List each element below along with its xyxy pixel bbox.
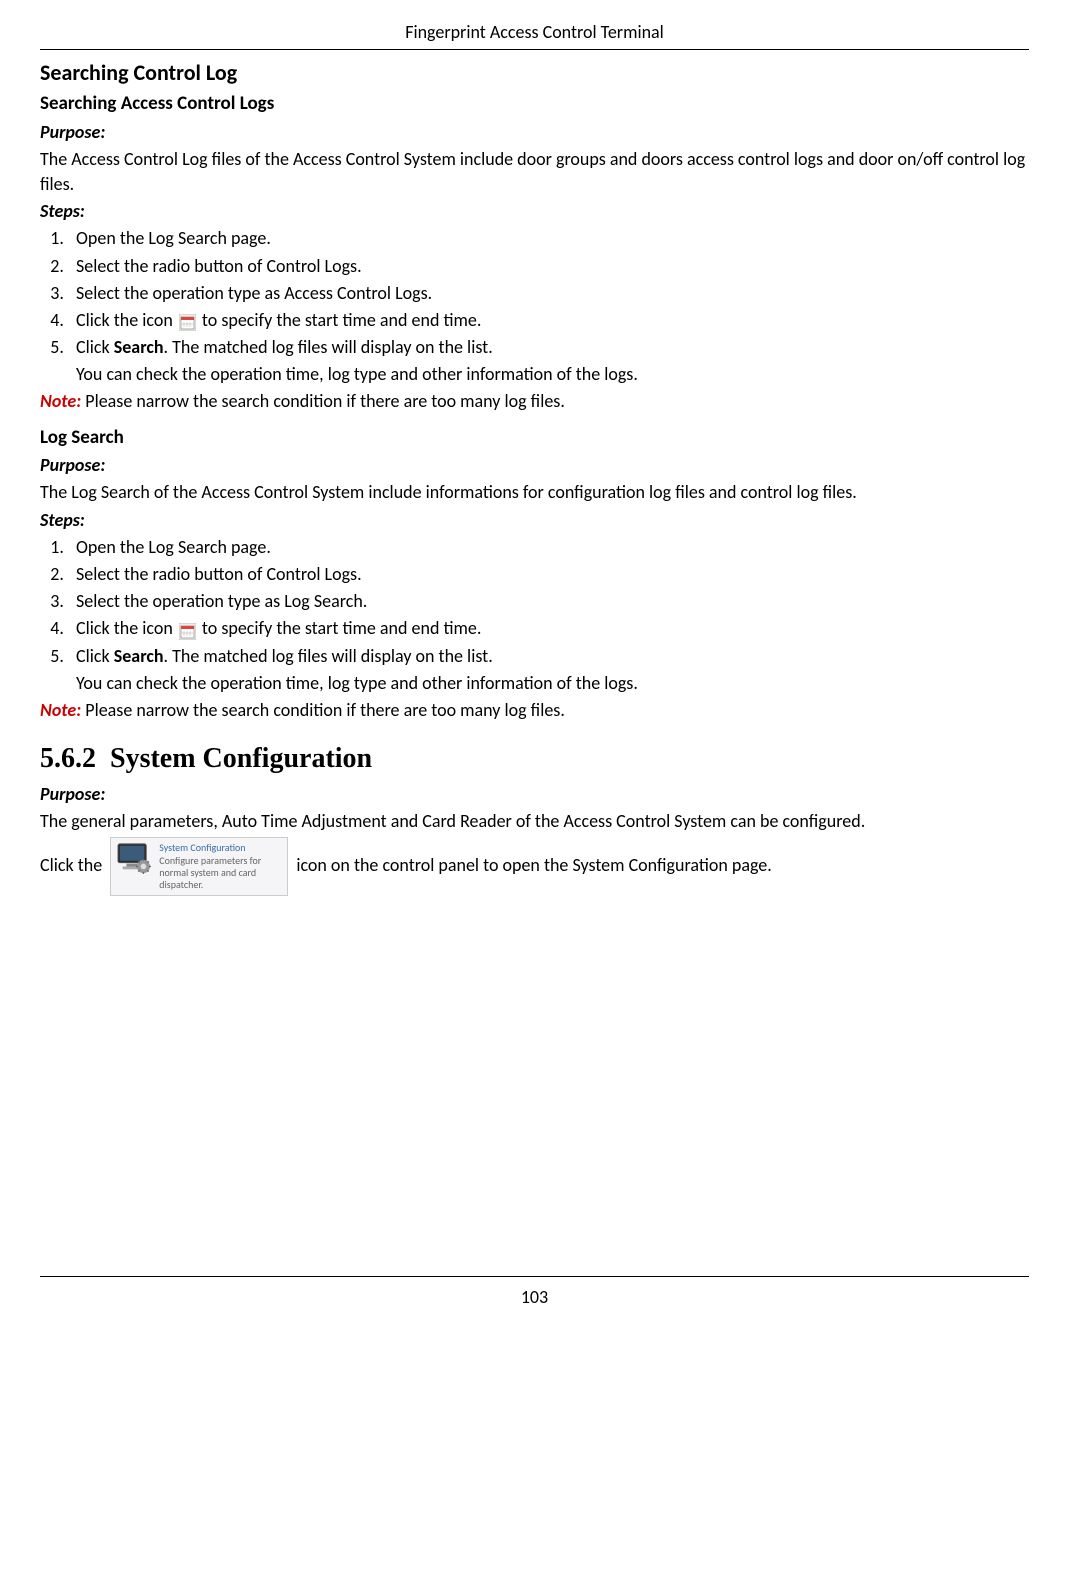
monitor-gear-icon bbox=[115, 842, 153, 874]
step-item: Select the operation type as Access Cont… bbox=[68, 281, 1029, 306]
steps-list-1: Open the Log Search page. Select the rad… bbox=[40, 226, 1029, 360]
step5-suffix: . The matched log files will display on … bbox=[164, 336, 493, 358]
footer-divider bbox=[40, 1276, 1029, 1277]
step5-note: You can check the operation time, log ty… bbox=[76, 671, 1029, 696]
calendar-icon bbox=[179, 313, 196, 330]
note-text: Please narrow the search condition if th… bbox=[81, 390, 565, 412]
calendar-icon bbox=[179, 622, 196, 639]
header-divider bbox=[40, 49, 1029, 50]
step-item: Click the icon to specify the start time… bbox=[68, 308, 1029, 333]
heading-system-configuration: 5.6.2 System Configuration bbox=[40, 739, 1029, 778]
note-line: Note: Please narrow the search condition… bbox=[40, 389, 1029, 414]
step-item: Select the operation type as Log Search. bbox=[68, 589, 1029, 614]
step4-suffix: to specify the start time and end time. bbox=[198, 309, 482, 331]
step5-bold: Search bbox=[114, 336, 164, 358]
section-title: System Configuration bbox=[110, 743, 372, 774]
steps-label: Steps: bbox=[40, 199, 1029, 224]
step4-prefix: Click the icon bbox=[76, 309, 173, 331]
tile-title: System Configuration bbox=[159, 842, 279, 854]
step-item: Open the Log Search page. bbox=[68, 535, 1029, 560]
purpose-label: Purpose: bbox=[40, 120, 1029, 145]
step-item: Click Search. The matched log files will… bbox=[68, 644, 1029, 669]
step4-suffix: to specify the start time and end time. bbox=[198, 617, 482, 639]
click-line: Click the bbox=[40, 837, 1029, 896]
heading-searching-access-control-logs: Searching Access Control Logs bbox=[40, 91, 1029, 118]
step-item: Open the Log Search page. bbox=[68, 226, 1029, 251]
system-configuration-tile-icon: System Configuration Configure parameter… bbox=[110, 837, 288, 896]
heading-searching-control-log: Searching Control Log bbox=[40, 58, 1029, 89]
steps-list-2: Open the Log Search page. Select the rad… bbox=[40, 535, 1029, 669]
step-item: Select the radio button of Control Logs. bbox=[68, 254, 1029, 279]
step5-note: You can check the operation time, log ty… bbox=[76, 362, 1029, 387]
step-item: Click Search. The matched log files will… bbox=[68, 335, 1029, 360]
tile-desc: Configure parameters for normal system a… bbox=[159, 854, 261, 891]
note-line: Note: Please narrow the search condition… bbox=[40, 698, 1029, 723]
page-number: 103 bbox=[40, 1285, 1029, 1310]
page-header-title: Fingerprint Access Control Terminal bbox=[40, 20, 1029, 45]
note-label: Note: bbox=[40, 699, 81, 721]
step-item: Click the icon to specify the start time… bbox=[68, 616, 1029, 641]
click-prefix: Click the bbox=[40, 853, 106, 875]
step5-prefix: Click bbox=[76, 336, 114, 358]
step5-suffix: . The matched log files will display on … bbox=[164, 645, 493, 667]
section-number: 5.6.2 bbox=[40, 743, 96, 774]
purpose-label: Purpose: bbox=[40, 453, 1029, 478]
purpose-text: The Log Search of the Access Control Sys… bbox=[40, 480, 1029, 505]
step4-prefix: Click the icon bbox=[76, 617, 173, 639]
step-item: Select the radio button of Control Logs. bbox=[68, 562, 1029, 587]
click-suffix: icon on the control panel to open the Sy… bbox=[296, 853, 771, 875]
purpose-text: The Access Control Log files of the Acce… bbox=[40, 147, 1029, 197]
note-text: Please narrow the search condition if th… bbox=[81, 699, 565, 721]
purpose-label: Purpose: bbox=[40, 782, 1029, 807]
heading-log-search: Log Search bbox=[40, 425, 1029, 452]
steps-label: Steps: bbox=[40, 508, 1029, 533]
purpose-text: The general parameters, Auto Time Adjust… bbox=[40, 809, 1029, 834]
note-label: Note: bbox=[40, 390, 81, 412]
step5-prefix: Click bbox=[76, 645, 114, 667]
step5-bold: Search bbox=[114, 645, 164, 667]
